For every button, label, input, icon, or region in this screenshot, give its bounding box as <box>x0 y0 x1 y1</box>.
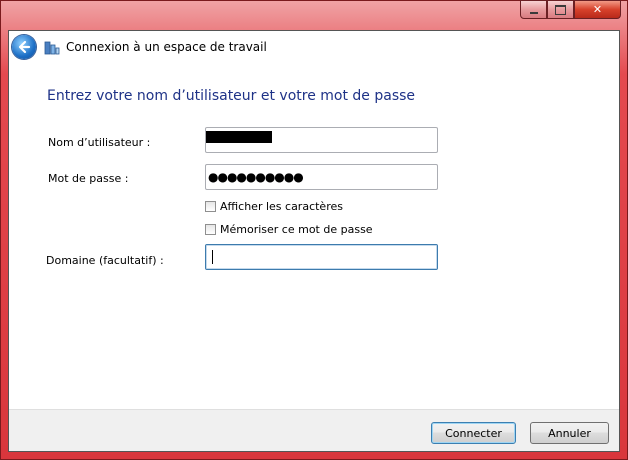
maximize-button[interactable] <box>547 0 574 19</box>
password-label: Mot de passe : <box>48 172 129 185</box>
connect-button[interactable]: Connecter <box>431 422 516 444</box>
minimize-button[interactable] <box>520 0 547 19</box>
cancel-button[interactable]: Annuler <box>530 422 609 444</box>
show-chars-checkbox[interactable]: Afficher les caractères <box>205 200 343 213</box>
redacted-username <box>206 131 272 143</box>
dialog-content: Connexion à un espace de travail Entrez … <box>8 30 620 452</box>
domain-label: Domaine (facultatif) : <box>46 254 164 267</box>
username-field[interactable] <box>205 127 438 153</box>
password-field[interactable]: ●●●●●●●●●● <box>205 164 438 190</box>
caption-buttons: ✕ <box>520 0 621 19</box>
back-button[interactable] <box>12 35 36 59</box>
dialog-window: ✕ Connexion à un espace de travail Entre… <box>0 0 628 460</box>
domain-field[interactable] <box>205 244 438 270</box>
wizard-header: Connexion à un espace de travail <box>9 31 619 63</box>
show-chars-label: Afficher les caractères <box>220 200 343 213</box>
remember-password-box[interactable] <box>205 224 216 235</box>
workspace-icon <box>44 41 60 55</box>
close-icon: ✕ <box>592 3 603 16</box>
remember-password-label: Mémoriser ce mot de passe <box>220 223 373 236</box>
show-chars-box[interactable] <box>205 201 216 212</box>
window-title: Connexion à un espace de travail <box>66 40 267 54</box>
password-value: ●●●●●●●●●● <box>208 170 304 184</box>
username-label: Nom d’utilisateur : <box>48 136 151 149</box>
remember-password-checkbox[interactable]: Mémoriser ce mot de passe <box>205 223 373 236</box>
form-heading: Entrez votre nom d’utilisateur et votre … <box>47 88 416 104</box>
text-caret <box>212 250 213 264</box>
close-button[interactable]: ✕ <box>574 0 621 19</box>
dialog-footer: Connecter Annuler <box>9 409 619 451</box>
back-arrow-icon <box>18 40 31 54</box>
minimize-icon <box>529 11 538 14</box>
maximize-icon <box>555 4 566 15</box>
